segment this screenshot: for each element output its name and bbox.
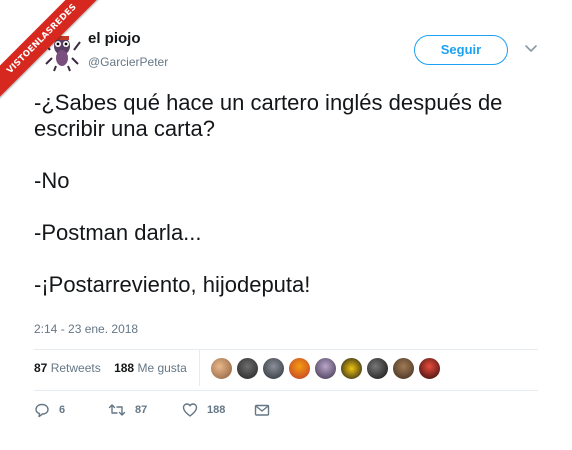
reply-count: 6 [59, 404, 66, 416]
user-handle[interactable]: @GarcierPeter [88, 55, 168, 69]
watermark-text: VISTOENLASREDES [0, 0, 100, 100]
tweet-line: -¡Postarreviento, hijodeputa! [34, 272, 311, 297]
reply-icon [35, 403, 49, 418]
follow-button[interactable]: Seguir [414, 35, 508, 65]
likes-count[interactable]: 188 [114, 361, 134, 375]
tweet-timestamp[interactable]: 2:14 - 23 ene. 2018 [34, 322, 138, 336]
liker-avatar[interactable] [262, 357, 285, 380]
liker-avatar[interactable] [392, 357, 415, 380]
liker-avatar[interactable] [340, 357, 363, 380]
retweets-count[interactable]: 87 [34, 361, 47, 375]
likers-avatars [210, 357, 444, 381]
likes-label[interactable]: Me gusta [137, 361, 186, 375]
envelope-icon [254, 404, 270, 416]
divider [34, 390, 538, 391]
liker-avatar[interactable] [314, 357, 337, 380]
retweets-label[interactable]: Retweets [51, 361, 101, 375]
reply-button[interactable]: 6 [34, 402, 65, 418]
retweet-count: 87 [135, 404, 148, 416]
liker-avatar[interactable] [418, 357, 441, 380]
watermark-ribbon: VISTOENLASREDES [0, 0, 100, 100]
liker-avatar[interactable] [288, 357, 311, 380]
retweet-icon [108, 404, 126, 416]
like-count: 188 [207, 404, 226, 416]
tweet-line: -Postman darla... [34, 220, 202, 245]
tweet-text: -¿Sabes qué hace un cartero inglés despu… [34, 90, 544, 324]
like-button[interactable]: 188 [182, 402, 225, 418]
tweet-line: -No [34, 168, 70, 193]
heart-icon [182, 403, 198, 417]
retweet-button[interactable]: 87 [108, 402, 147, 418]
liker-avatar[interactable] [366, 357, 389, 380]
liker-avatar[interactable] [236, 357, 259, 380]
chevron-down-icon[interactable] [523, 40, 539, 56]
direct-message-button[interactable] [254, 402, 279, 418]
tweet-line: -¿Sabes qué hace un cartero inglés despu… [34, 90, 503, 141]
divider [34, 349, 538, 350]
divider [199, 350, 200, 386]
engagement-stats: 87 Retweets 188 Me gusta [34, 361, 187, 375]
liker-avatar[interactable] [210, 357, 233, 380]
